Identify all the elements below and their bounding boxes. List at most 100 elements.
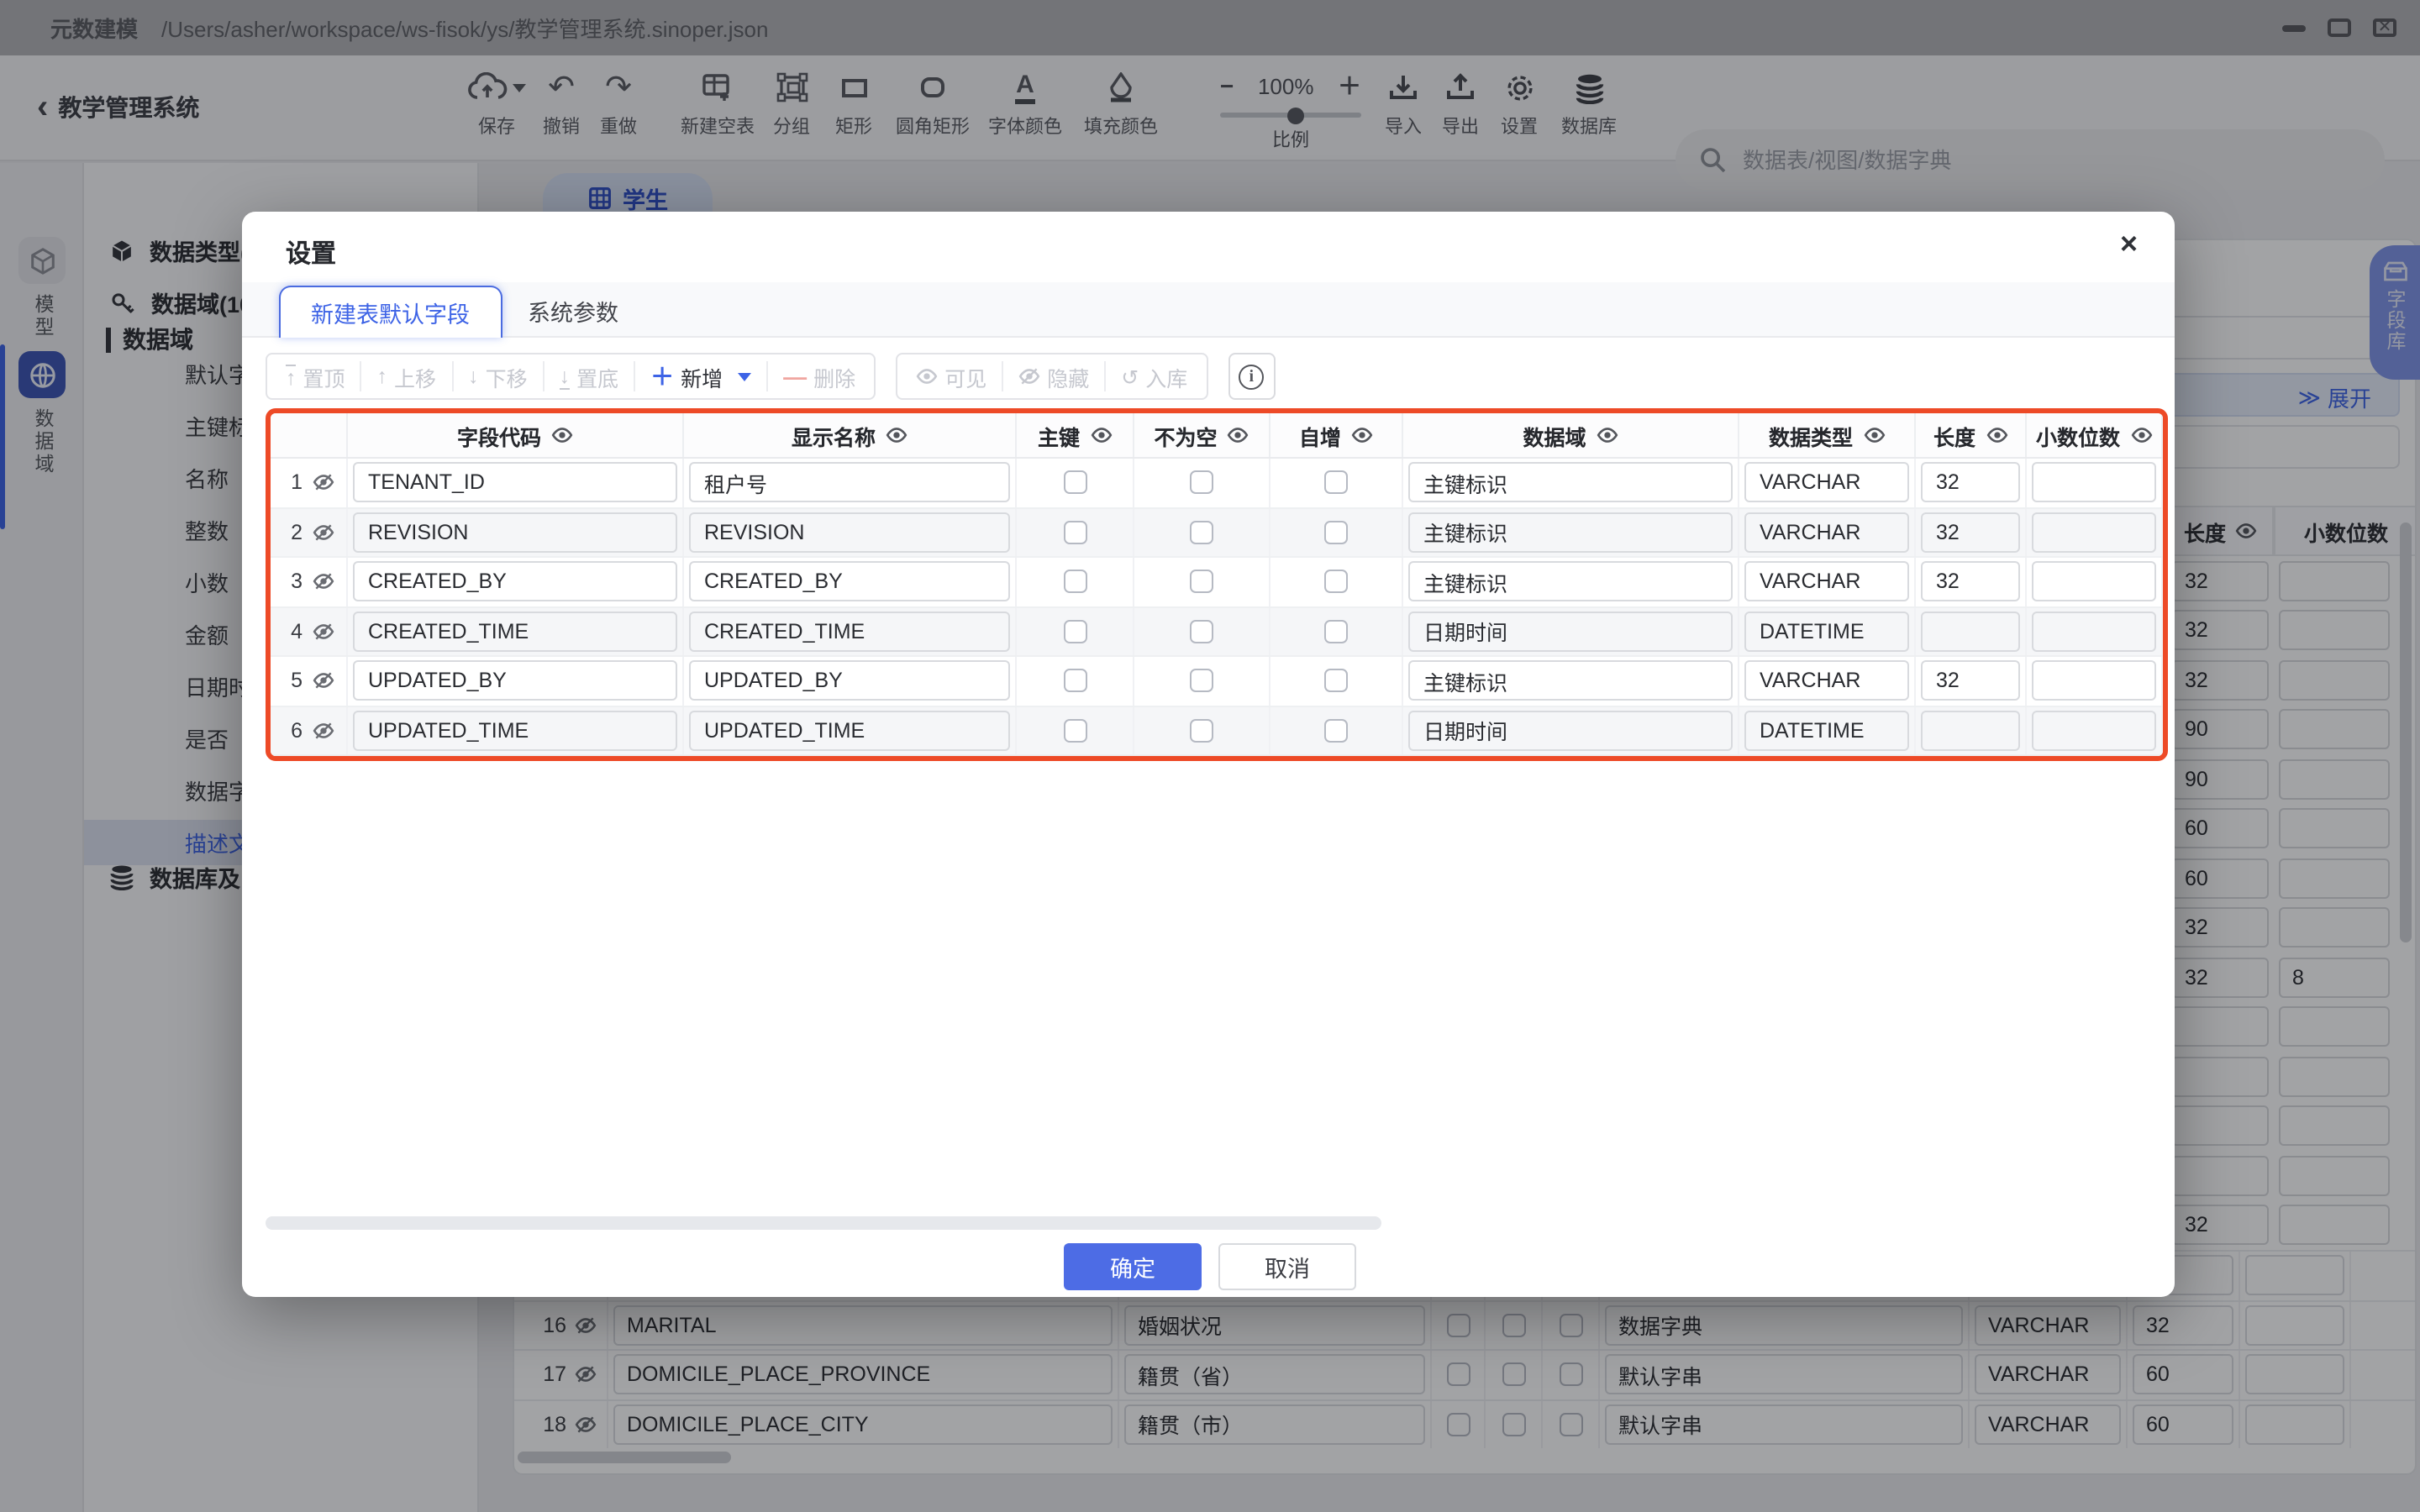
visible-button[interactable]: 可见 <box>901 361 1002 391</box>
length-input[interactable] <box>1921 711 2020 751</box>
auto-increment-checkbox[interactable] <box>1324 719 1348 743</box>
primary-key-checkbox[interactable] <box>1063 471 1086 495</box>
eye-icon[interactable] <box>886 427 908 444</box>
display-name-input[interactable]: UPDATED_BY <box>689 661 1010 701</box>
field-code-input[interactable]: TENANT_ID <box>353 463 677 503</box>
eye-icon[interactable] <box>2130 427 2152 444</box>
info-button[interactable]: i <box>1228 353 1275 400</box>
restore-icon: ↺ <box>1121 364 1139 389</box>
dialog-horizontal-scrollbar[interactable] <box>266 1216 1381 1230</box>
data-type-input[interactable]: DATETIME <box>1744 711 1909 751</box>
field-code-input[interactable]: CREATED_TIME <box>353 612 677 652</box>
auto-increment-checkbox[interactable] <box>1324 620 1348 643</box>
eye-off-icon[interactable] <box>313 623 334 640</box>
not-null-checkbox[interactable] <box>1190 669 1213 693</box>
decimals-input[interactable] <box>2032 512 2156 553</box>
eye-off-icon[interactable] <box>313 524 334 541</box>
length-input[interactable]: 32 <box>1921 512 2020 553</box>
cancel-button[interactable]: 取消 <box>1218 1243 1356 1290</box>
column-header[interactable]: 长度 <box>1916 413 2027 457</box>
store-button[interactable]: ↺入库 <box>1104 361 1202 391</box>
length-input[interactable] <box>1921 612 2020 652</box>
not-null-checkbox[interactable] <box>1190 471 1213 495</box>
auto-increment-checkbox[interactable] <box>1324 521 1348 544</box>
column-header[interactable]: 数据域 <box>1403 413 1739 457</box>
length-input[interactable]: 32 <box>1921 463 2020 503</box>
primary-key-checkbox[interactable] <box>1063 570 1086 594</box>
eye-off-icon[interactable] <box>313 475 334 491</box>
eye-off-icon[interactable] <box>313 574 334 591</box>
primary-key-checkbox[interactable] <box>1063 620 1086 643</box>
eye-off-icon[interactable] <box>313 722 334 739</box>
field-code-input[interactable]: UPDATED_BY <box>353 661 677 701</box>
auto-increment-checkbox[interactable] <box>1324 471 1348 495</box>
eye-icon[interactable] <box>1351 427 1373 444</box>
eye-icon[interactable] <box>1228 427 1249 444</box>
decimals-input[interactable] <box>2032 562 2156 602</box>
add-dropdown-icon[interactable] <box>738 372 751 381</box>
length-input[interactable]: 32 <box>1921 661 2020 701</box>
primary-key-checkbox[interactable] <box>1063 669 1086 693</box>
field-code-input[interactable]: UPDATED_TIME <box>353 711 677 751</box>
display-name-input[interactable]: 租户号 <box>689 463 1010 503</box>
display-name-input[interactable]: UPDATED_TIME <box>689 711 1010 751</box>
data-domain-input[interactable]: 主键标识 <box>1408 562 1733 602</box>
column-header[interactable]: 主键 <box>1017 413 1134 457</box>
column-header[interactable]: 显示名称 <box>684 413 1017 457</box>
decimals-input[interactable] <box>2032 711 2156 751</box>
not-null-checkbox[interactable] <box>1190 521 1213 544</box>
display-name-input[interactable]: CREATED_TIME <box>689 612 1010 652</box>
column-header[interactable]: 数据类型 <box>1739 413 1916 457</box>
auto-increment-checkbox[interactable] <box>1324 570 1348 594</box>
pin-bottom-button[interactable]: ↓置底 <box>543 361 634 391</box>
close-dialog-icon[interactable]: × <box>2120 228 2138 259</box>
not-null-checkbox[interactable] <box>1190 570 1213 594</box>
tab-default-fields[interactable]: 新建表默认字段 <box>279 286 502 338</box>
field-code-input[interactable]: CREATED_BY <box>353 562 677 602</box>
column-header[interactable]: 自增 <box>1270 413 1403 457</box>
move-down-button[interactable]: ↓下移 <box>451 361 543 391</box>
eye-icon[interactable] <box>1986 427 2007 444</box>
data-type-input[interactable]: VARCHAR <box>1744 463 1909 503</box>
decimals-input[interactable] <box>2032 661 2156 701</box>
eye-icon[interactable] <box>1090 427 1112 444</box>
data-domain-input[interactable]: 主键标识 <box>1408 463 1733 503</box>
data-type-input[interactable]: VARCHAR <box>1744 512 1909 553</box>
data-domain-input[interactable]: 主键标识 <box>1408 661 1733 701</box>
field-code-input[interactable]: REVISION <box>353 512 677 553</box>
add-row-button[interactable]: ＋新增 <box>634 361 766 391</box>
decimals-input[interactable] <box>2032 463 2156 503</box>
auto-increment-checkbox[interactable] <box>1324 669 1348 693</box>
eye-icon[interactable] <box>1597 427 1618 444</box>
move-up-button[interactable]: ↑上移 <box>360 361 452 391</box>
data-domain-input[interactable]: 日期时间 <box>1408 612 1733 652</box>
eye-icon[interactable] <box>551 427 573 444</box>
eye-off-icon <box>1018 368 1040 385</box>
ok-button[interactable]: 确定 <box>1064 1243 1202 1290</box>
decimals-input[interactable] <box>2032 612 2156 652</box>
column-header[interactable]: 不为空 <box>1134 413 1270 457</box>
eye-off-icon[interactable] <box>313 673 334 690</box>
eye-icon[interactable] <box>1863 427 1885 444</box>
pin-top-button[interactable]: ↑置顶 <box>271 361 360 391</box>
data-domain-input[interactable]: 主键标识 <box>1408 512 1733 553</box>
table-row: 2 REVISION REVISION 主键标识 VARCHAR 32 <box>271 508 2163 558</box>
display-name-input[interactable]: CREATED_BY <box>689 562 1010 602</box>
column-header[interactable]: 小数位数 <box>2027 413 2163 457</box>
hide-button[interactable]: 隐藏 <box>1002 361 1104 391</box>
data-domain-input[interactable]: 日期时间 <box>1408 711 1733 751</box>
tab-system-params[interactable]: 系统参数 <box>511 282 635 338</box>
column-header[interactable]: 字段代码 <box>348 413 684 457</box>
data-type-input[interactable]: DATETIME <box>1744 612 1909 652</box>
not-null-checkbox[interactable] <box>1190 620 1213 643</box>
display-name-input[interactable]: REVISION <box>689 512 1010 553</box>
primary-key-checkbox[interactable] <box>1063 521 1086 544</box>
not-null-checkbox[interactable] <box>1190 719 1213 743</box>
primary-key-checkbox[interactable] <box>1063 719 1086 743</box>
length-input[interactable]: 32 <box>1921 562 2020 602</box>
delete-row-button[interactable]: —删除 <box>766 361 871 391</box>
arrow-to-bottom-icon: ↓ <box>560 364 571 389</box>
data-type-input[interactable]: VARCHAR <box>1744 661 1909 701</box>
row-actions-group: ↑置顶 ↑上移 ↓下移 ↓置底 ＋新增 —删除 <box>266 353 876 400</box>
data-type-input[interactable]: VARCHAR <box>1744 562 1909 602</box>
